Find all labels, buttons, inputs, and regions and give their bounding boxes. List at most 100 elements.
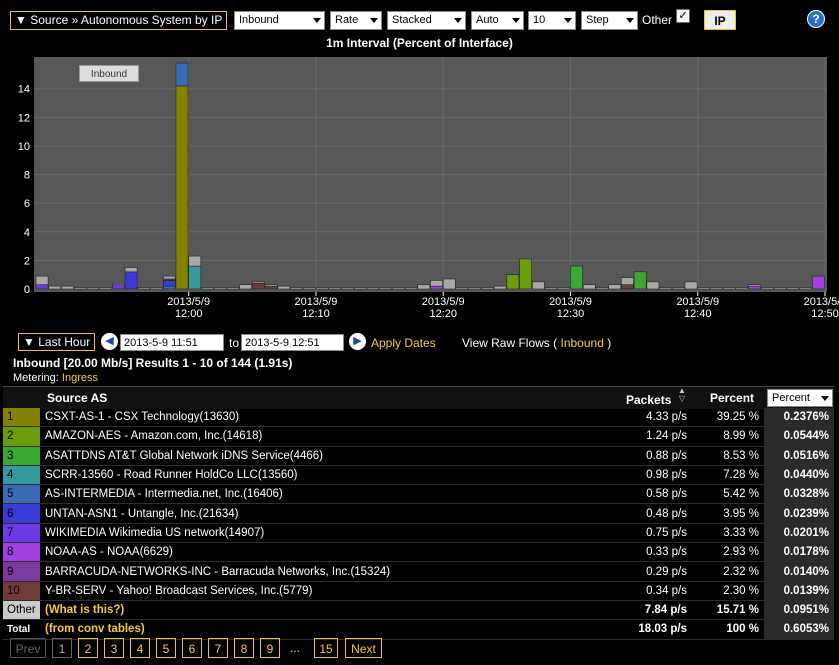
chart-bar-segment [671, 287, 685, 290]
table-row[interactable]: 2 AMAZON-AES - Amazon.com, Inc.(14618) 1.2… [3, 426, 834, 447]
last-hour-dropdown[interactable]: ▼ Last Hour [18, 333, 95, 351]
page-9-button[interactable]: 9 [260, 638, 280, 658]
table-row[interactable]: 9 BARRACUDA-NETWORKS-INC - Barracuda Netw… [3, 561, 834, 582]
chart-bar-segment [582, 284, 596, 290]
next-page-button[interactable]: Next [345, 638, 382, 658]
chart-bar-segment [608, 284, 622, 290]
legend-inbound-button[interactable]: Inbound [79, 65, 139, 82]
row-rank: 4 [3, 465, 40, 486]
table-row-other-percent-interface: 0.0951% [764, 600, 834, 621]
metering-line: Metering: Ingress [13, 372, 98, 384]
table-row[interactable]: 4 SCRR-13560 - Road Runner HoldCo LLC(135… [3, 465, 834, 486]
percent-select[interactable]: Percent [767, 389, 833, 407]
chart-bar-segment [748, 284, 762, 287]
page-5-button[interactable]: 5 [156, 638, 176, 658]
row-packets: 0.34 p/s [552, 581, 692, 601]
raw-flows-prefix: View Raw Flows ( [462, 336, 558, 350]
table-row[interactable]: 8 NOAA-AS - NOAA(6629) 0.33 p/s 2.93 % 0.017… [3, 542, 834, 563]
table-row-other: Other (What is this?) 7.84 p/s 15.71 % 0.095… [3, 600, 834, 621]
x-tick-time: 12:30 [557, 308, 585, 320]
row-percent: 2.32 % [692, 561, 764, 582]
chart-bar-segment [506, 274, 520, 290]
date-to-label: to [229, 336, 240, 350]
row-source-as[interactable]: Y-BR-SERV - Yahoo! Broadcast Services, I… [40, 581, 552, 601]
chart-bar-segment [341, 287, 354, 290]
table-row[interactable]: 5 AS-INTERMEDIA - Intermedia.net, Inc.(16… [3, 484, 834, 505]
row-percent-interface: 0.0139% [764, 581, 834, 601]
page-3-button[interactable]: 3 [104, 638, 124, 658]
chart-bar-segment [468, 287, 482, 290]
chart-bar-segment [175, 62, 189, 87]
table-row-total-name[interactable]: (from conv tables) [40, 619, 552, 640]
date-next-icon[interactable]: ▶ [349, 333, 366, 350]
chart-bar-segment [684, 281, 698, 290]
raw-flows-link[interactable]: Inbound [560, 336, 603, 350]
table-row[interactable]: 6 UNTAN-ASN1 - Untangle, Inc.(21634) 0.48 … [3, 503, 834, 524]
col-source-header: Source AS [47, 391, 108, 405]
chart-bar-segment [112, 284, 125, 290]
table-row[interactable]: 1 CSXT-AS-1 - CSX Technology(13630) 4.33 p… [3, 408, 834, 428]
col-packets-header[interactable]: Packets [626, 393, 671, 407]
row-source-as[interactable]: AS-INTERMEDIA - Intermedia.net, Inc.(164… [40, 484, 552, 505]
row-rank: 2 [3, 426, 40, 447]
chart-bar-segment [404, 287, 418, 290]
x-tick-date: 2013/5/9 [676, 296, 719, 308]
date-to-input[interactable] [241, 334, 344, 351]
col-percent-header: Percent [710, 391, 755, 405]
row-source-as[interactable]: UNTAN-ASN1 - Untangle, Inc.(21634) [40, 503, 552, 524]
sort-icon[interactable]: ▲ ▽ [676, 387, 688, 403]
table-row[interactable]: 7 WIKIMEDIA Wikimedia US network(14907) 0.… [3, 523, 834, 544]
chart-bar-segment [748, 285, 762, 290]
row-packets: 0.88 p/s [552, 446, 692, 466]
row-packets: 0.98 p/s [552, 465, 692, 486]
triangle-down-icon: ▼ [23, 335, 35, 349]
page-8-button[interactable]: 8 [234, 638, 254, 658]
table-row[interactable]: 10 Y-BR-SERV - Yahoo! Broadcast Services,… [3, 581, 834, 601]
table-row[interactable]: 3 ASATTDNS AT&T Global Network iDNS Servi… [3, 446, 834, 466]
chart-bar-segment [811, 275, 825, 290]
page-1-button[interactable]: 1 [52, 638, 72, 658]
row-source-as[interactable]: BARRACUDA-NETWORKS-INC - Barracuda Netwo… [40, 561, 552, 582]
row-source-as[interactable]: NOAA-AS - NOAA(6629) [40, 542, 552, 563]
page-2-button[interactable]: 2 [78, 638, 98, 658]
chart-bar-segment [532, 281, 545, 290]
chart-bar-segment [150, 287, 163, 290]
row-percent: 8.53 % [692, 446, 764, 466]
row-source-as[interactable]: CSXT-AS-1 - CSX Technology(13630) [40, 408, 552, 428]
row-percent: 3.95 % [692, 503, 764, 524]
page-4-button[interactable]: 4 [130, 638, 150, 658]
page-7-button[interactable]: 7 [208, 638, 228, 658]
row-source-as[interactable]: AMAZON-AES - Amazon.com, Inc.(14618) [40, 426, 552, 447]
chart-bar-segment [239, 284, 253, 290]
chart-bar-segment [124, 267, 138, 273]
chart-bar-segment [277, 285, 291, 290]
apply-dates-link[interactable]: Apply Dates [371, 336, 436, 350]
chart-bar-segment [264, 284, 278, 287]
row-percent-interface: 0.0516% [764, 446, 834, 466]
row-source-as[interactable]: SCRR-13560 - Road Runner HoldCo LLC(1356… [40, 465, 552, 486]
chart-bar-segment [735, 287, 749, 290]
metering-label: Metering: [13, 372, 59, 384]
row-packets: 0.75 p/s [552, 523, 692, 544]
page-6-button[interactable]: 6 [182, 638, 202, 658]
date-from-input[interactable] [120, 334, 224, 351]
table-row-other-name[interactable]: (What is this?) [40, 600, 552, 621]
chart-bar-segment [137, 287, 151, 290]
chart-bar-segment [557, 287, 571, 290]
x-tick-date: 2013/5/9 [549, 296, 592, 308]
legend-inbound-label: Inbound [90, 69, 128, 80]
date-prev-icon[interactable]: ◀ [101, 333, 118, 350]
chart-bar-segment [188, 255, 202, 267]
chart-bar-segment [201, 287, 214, 290]
y-tick-label: 0 [24, 284, 30, 296]
page-last-label: 15 [319, 642, 333, 656]
prev-page-button[interactable]: Prev [10, 638, 46, 658]
x-tick-date: 2013/5/9 [422, 296, 465, 308]
table-row-total-percent: 100 % [692, 619, 764, 640]
row-percent: 5.42 % [692, 484, 764, 505]
page-last-button[interactable]: 15 [314, 638, 338, 658]
row-source-as[interactable]: WIKIMEDIA Wikimedia US network(14907) [40, 523, 552, 544]
row-source-as[interactable]: ASATTDNS AT&T Global Network iDNS Servic… [40, 446, 552, 466]
chart-bar-segment [162, 275, 176, 280]
y-tick-label: 10 [18, 141, 30, 153]
